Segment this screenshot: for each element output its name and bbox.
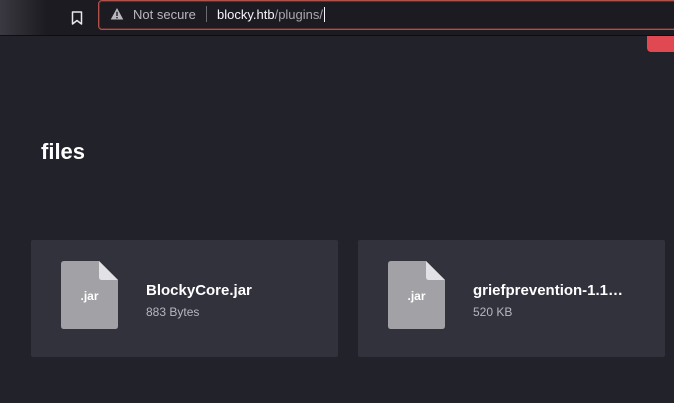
file-extension: .jar <box>80 289 99 303</box>
file-extension: .jar <box>407 289 426 303</box>
file-name[interactable]: BlockyCore.jar <box>146 282 316 299</box>
file-card[interactable]: .jar BlockyCore.jar 883 Bytes <box>31 240 338 357</box>
file-size: 883 Bytes <box>146 305 200 319</box>
toolbar-fade <box>0 0 46 35</box>
bookmark-icon[interactable] <box>66 7 88 29</box>
file-size: 520 KB <box>473 305 513 319</box>
url-host: blocky.htb <box>217 7 275 22</box>
file-icon: .jar <box>388 261 445 329</box>
address-bar[interactable]: Not secure blocky.htb/plugins/ <box>98 0 674 30</box>
warning-icon[interactable] <box>110 7 124 21</box>
url-input[interactable]: blocky.htb/plugins/ <box>217 7 325 22</box>
security-label[interactable]: Not secure <box>133 7 196 22</box>
file-card[interactable]: .jar griefprevention-1.1… 520 KB <box>358 240 665 357</box>
file-name[interactable]: griefprevention-1.1… <box>473 282 643 299</box>
text-caret <box>324 7 325 22</box>
page-title: files <box>41 139 86 164</box>
browser-toolbar: Not secure blocky.htb/plugins/ <box>0 0 674 52</box>
url-separator <box>206 6 207 22</box>
file-icon: .jar <box>61 261 118 329</box>
red-corner-tab <box>647 36 674 52</box>
url-path: /plugins/ <box>274 7 323 22</box>
